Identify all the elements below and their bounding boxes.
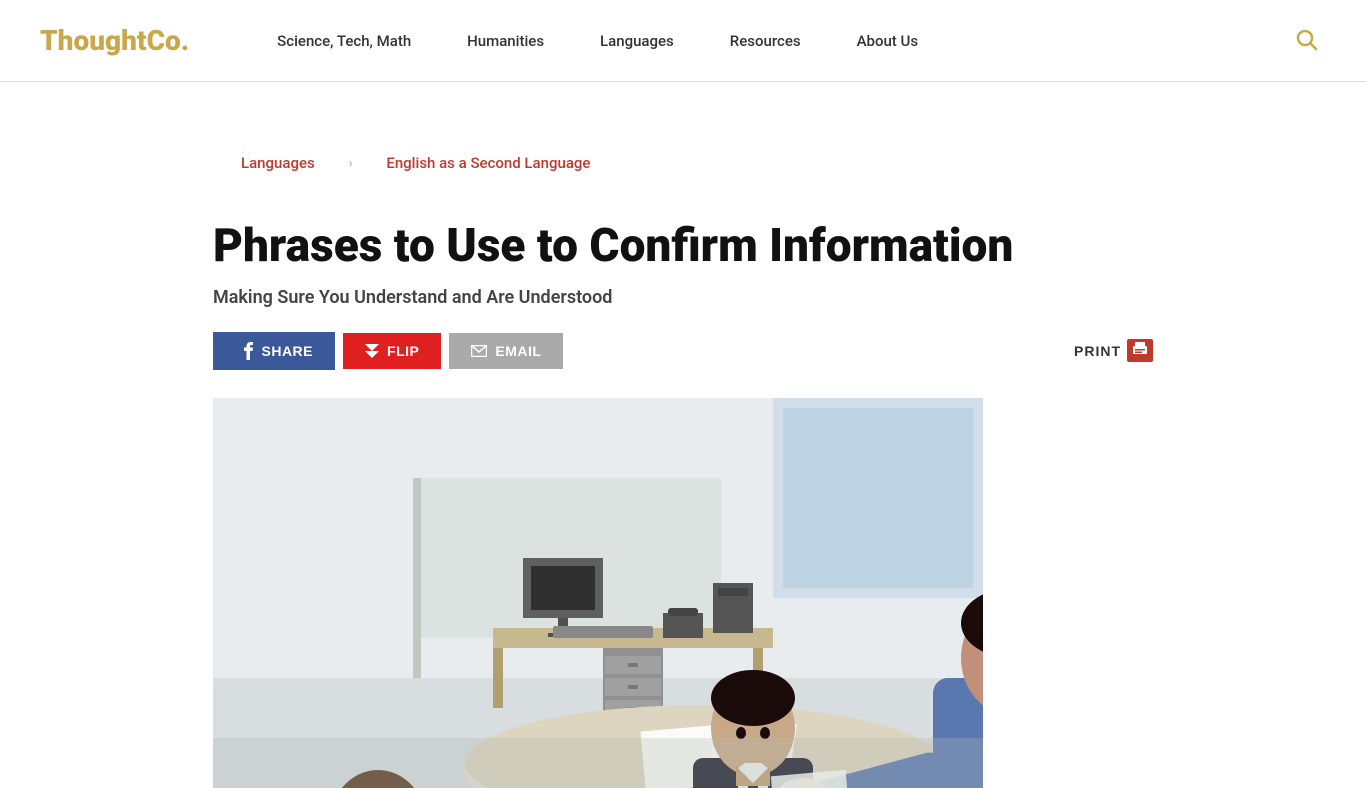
facebook-icon:  bbox=[235, 343, 236, 359]
search-icon bbox=[1294, 27, 1318, 51]
logo-dot: . bbox=[181, 24, 189, 57]
breadcrumb-current-link[interactable]: English as a Second Language bbox=[358, 122, 618, 204]
logo-text-co: Co bbox=[147, 24, 181, 57]
nav-item-humanities[interactable]: Humanities bbox=[439, 0, 572, 82]
email-label: EMAIL bbox=[495, 343, 541, 359]
share-bar:  SHARE FLIP EMAIL PRINT bbox=[213, 332, 1153, 370]
flip-label: FLIP bbox=[387, 343, 419, 359]
breadcrumb-separator: › bbox=[349, 156, 353, 170]
flip-button[interactable]: FLIP bbox=[343, 333, 441, 369]
facebook-f-icon bbox=[244, 342, 254, 360]
article-title: Phrases to Use to Confirm Information bbox=[213, 220, 1113, 273]
share-facebook-button[interactable]:  SHARE bbox=[213, 332, 335, 370]
site-logo[interactable]: ThoughtCo. bbox=[40, 24, 189, 57]
email-icon bbox=[471, 345, 487, 357]
print-icon bbox=[1127, 339, 1153, 362]
nav-item-resources[interactable]: Resources bbox=[702, 0, 829, 82]
main-nav: Science, Tech, Math Humanities Languages… bbox=[249, 0, 1286, 82]
email-button[interactable]: EMAIL bbox=[449, 333, 563, 369]
facebook-share-label: SHARE bbox=[262, 343, 314, 359]
nav-item-science[interactable]: Science, Tech, Math bbox=[249, 0, 439, 82]
search-button[interactable] bbox=[1286, 19, 1326, 63]
nav-item-about[interactable]: About Us bbox=[829, 0, 947, 82]
article-subtitle: Making Sure You Understand and Are Under… bbox=[213, 287, 1153, 308]
nav-item-languages[interactable]: Languages bbox=[572, 0, 702, 82]
breadcrumb: Languages › English as a Second Language bbox=[213, 122, 1153, 204]
breadcrumb-parent-link[interactable]: Languages bbox=[213, 122, 343, 204]
flip-icon bbox=[365, 344, 379, 358]
article-image bbox=[213, 398, 983, 788]
logo-text-thought: Thought bbox=[40, 24, 147, 57]
print-label: PRINT bbox=[1074, 343, 1121, 359]
print-button[interactable]: PRINT bbox=[1074, 339, 1153, 362]
